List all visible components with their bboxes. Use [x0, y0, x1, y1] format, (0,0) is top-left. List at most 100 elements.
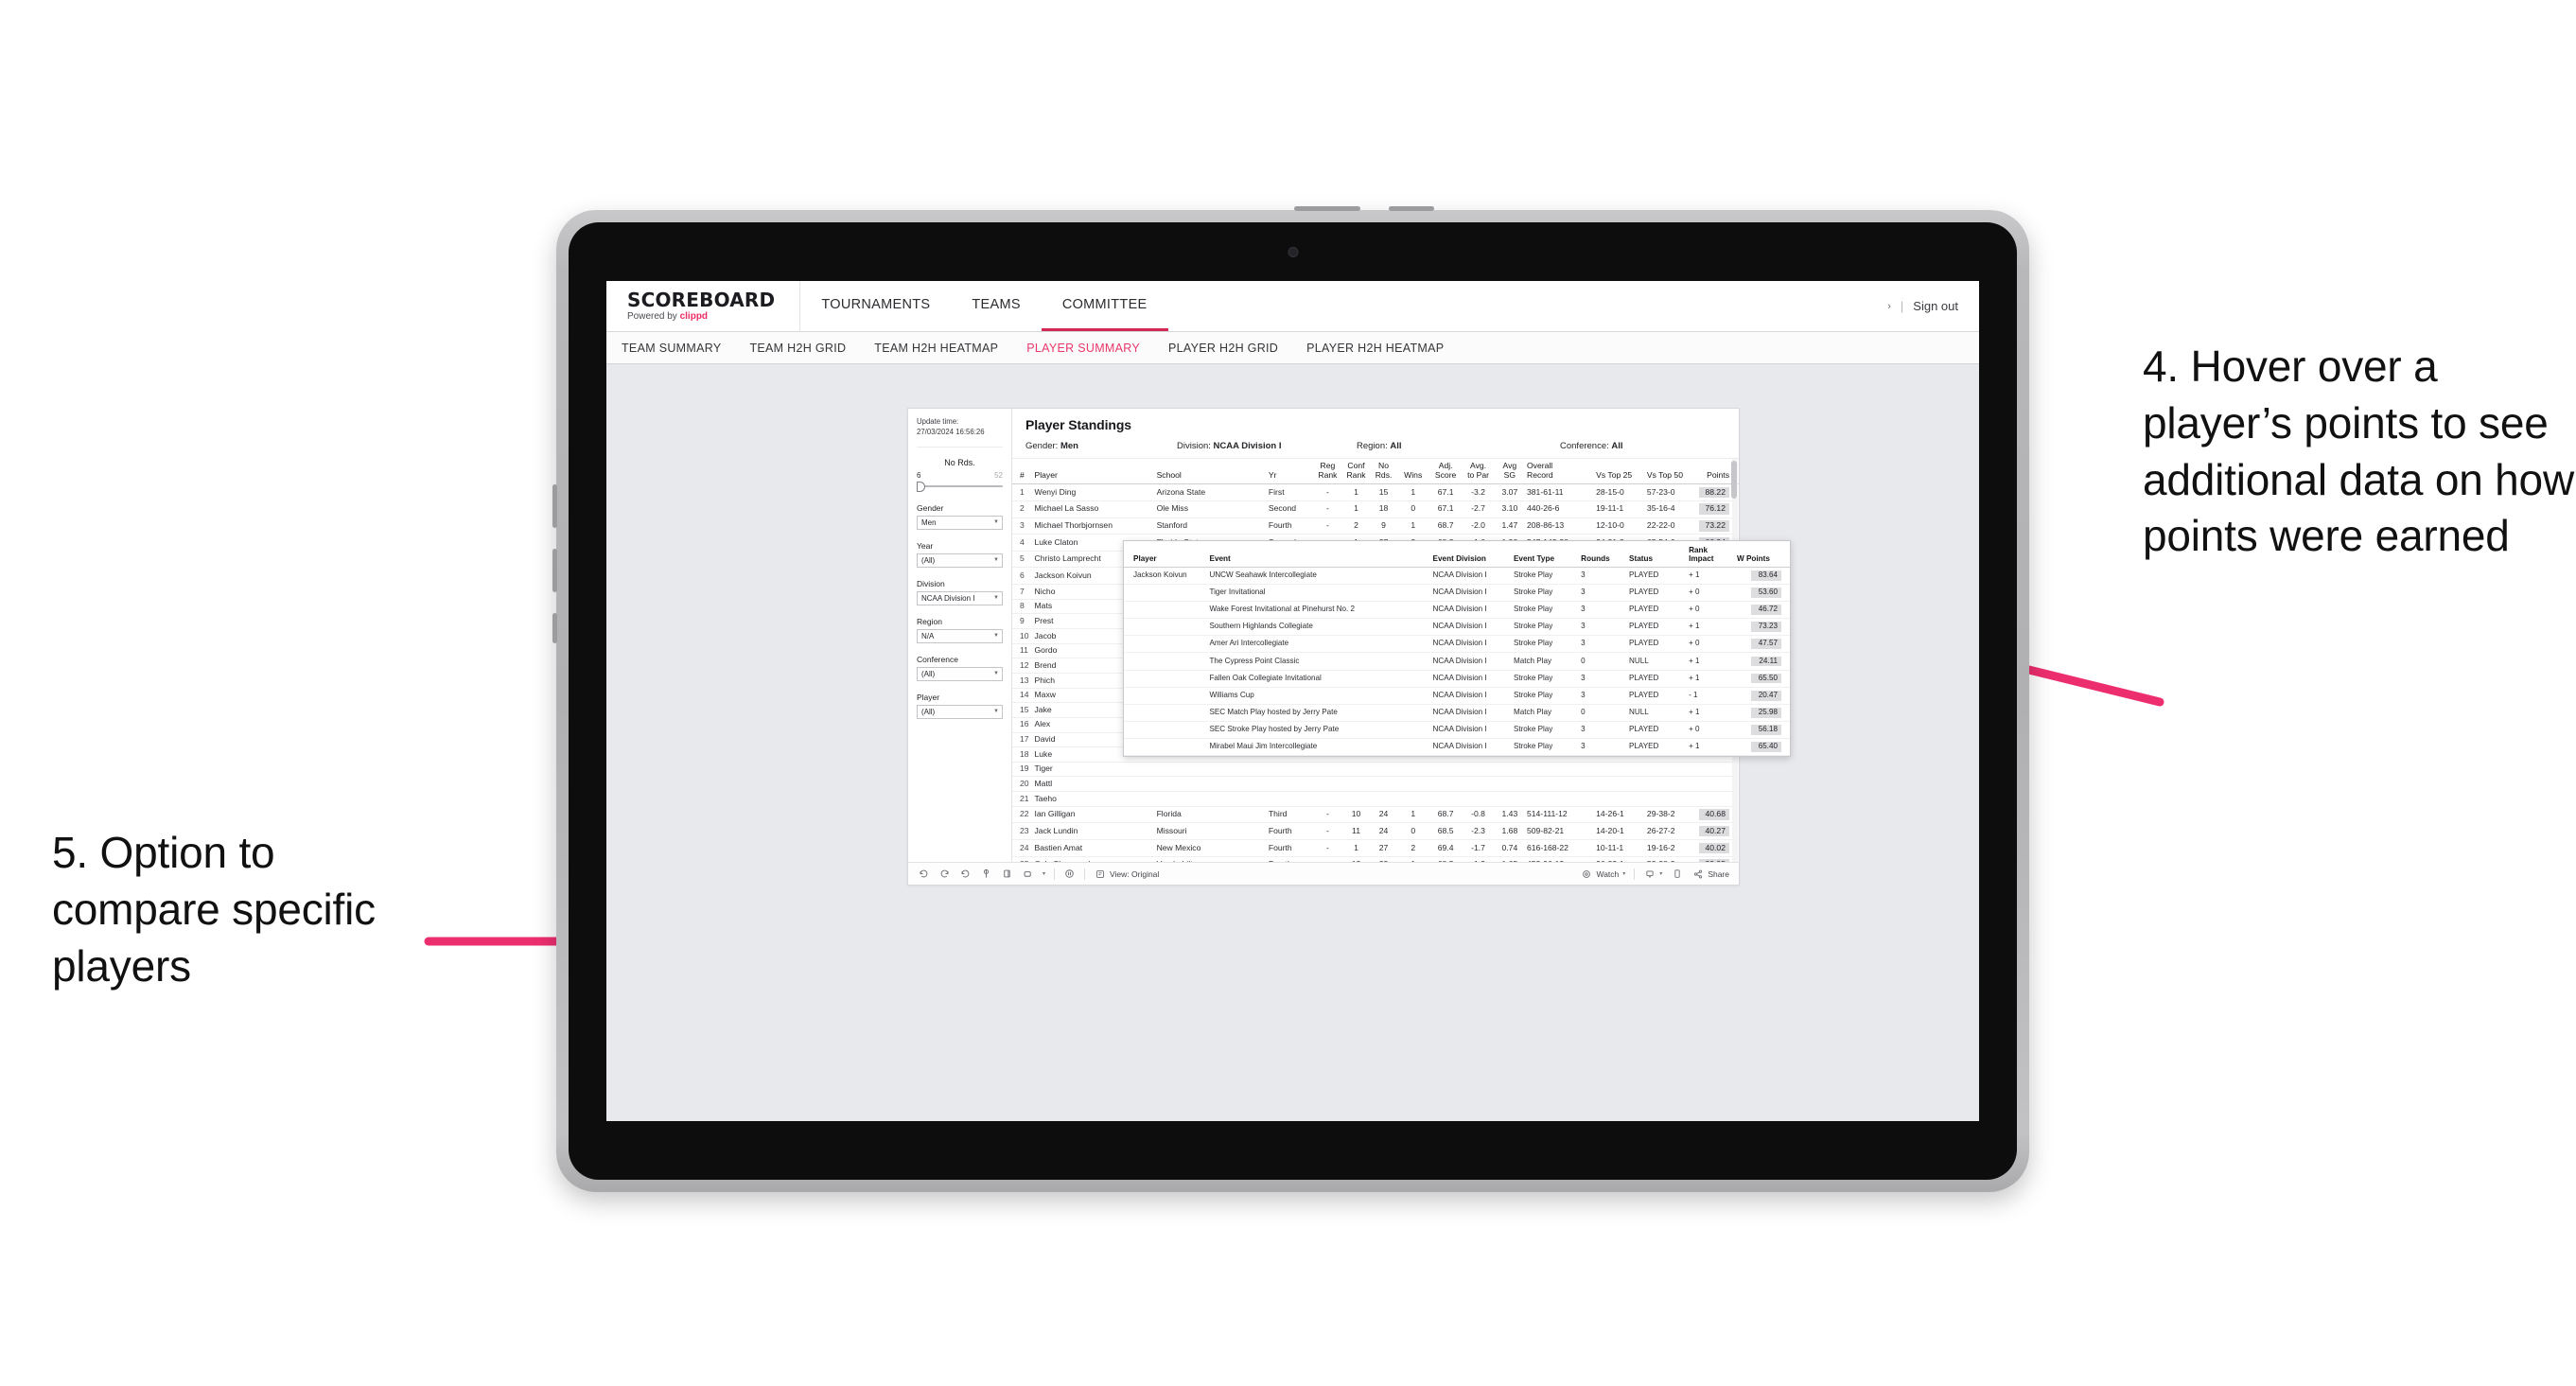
cell-school: Ole Miss — [1154, 500, 1267, 518]
filter-year-select[interactable]: (All) ▼ — [917, 553, 1003, 568]
points-chip[interactable]: 40.02 — [1699, 842, 1729, 854]
table-scrollbar-thumb[interactable] — [1731, 461, 1737, 499]
tooltip-cell-rank-impact: + 1 — [1686, 652, 1734, 671]
chevron-down-icon: ▼ — [993, 671, 999, 677]
filter-player-select[interactable]: (All) ▼ — [917, 704, 1003, 719]
nav-item-tournaments[interactable]: TOURNAMENTS — [800, 281, 951, 331]
cell-vs-top-50: 29-38-2 — [1644, 806, 1696, 824]
col-avg-to-par[interactable]: Avg. to Par — [1462, 459, 1495, 485]
filter-player-label: Player — [917, 692, 940, 702]
col-avg-sg[interactable]: Avg SG — [1494, 459, 1525, 485]
device-button-side — [552, 613, 557, 643]
points-chip[interactable]: 73.22 — [1699, 520, 1729, 532]
app-screen: SCOREBOARD Powered by clippd TOURNAMENTS… — [606, 281, 1979, 1121]
table-row[interactable]: 1 Wenyi Ding Arizona State First -1 15 1 67.1 -3… — [1012, 483, 1739, 501]
tab-player-h2h-grid[interactable]: PLAYER H2H GRID — [1168, 342, 1278, 355]
sign-out-link[interactable]: Sign out — [1913, 299, 1958, 313]
filter-division-value: NCAA Division I — [921, 593, 975, 603]
col-player[interactable]: Player — [1032, 459, 1155, 485]
nav-item-teams[interactable]: TEAMS — [951, 281, 1041, 331]
points-chip[interactable]: 40.27 — [1699, 825, 1729, 837]
subscribe-button[interactable]: ▾ — [1643, 868, 1662, 880]
tab-team-h2h-heatmap[interactable]: TEAM H2H HEATMAP — [874, 342, 998, 355]
col-reg-l1: Reg — [1320, 461, 1336, 470]
brand-logo[interactable]: SCOREBOARD Powered by clippd — [606, 281, 801, 331]
pause-auto-update-icon[interactable] — [1001, 868, 1013, 880]
points-chip[interactable]: 88.22 — [1699, 486, 1729, 499]
col-wins[interactable]: Wins — [1396, 459, 1429, 485]
cell-wins: 1 — [1396, 856, 1429, 862]
no-rds-min: 6 — [917, 470, 921, 480]
tab-player-summary[interactable]: PLAYER SUMMARY — [1026, 342, 1140, 355]
tooltip-cell-status: NULL — [1626, 704, 1687, 722]
undo-all-icon[interactable] — [1022, 868, 1034, 880]
col-vs-top-25[interactable]: Vs Top 25 — [1594, 459, 1645, 485]
chevron-right-icon[interactable]: › — [1887, 301, 1891, 312]
slider-handle[interactable] — [917, 481, 925, 492]
view-original-button[interactable]: View: Original — [1094, 868, 1159, 880]
undo-icon[interactable] — [918, 868, 930, 880]
col-reg-rank[interactable]: Reg Rank — [1313, 459, 1342, 485]
tab-team-h2h-grid[interactable]: TEAM H2H GRID — [749, 342, 846, 355]
col-school[interactable]: School — [1154, 459, 1267, 485]
viz-toolbar: ▾ View: Original Watch ▾ ▾ Share — [908, 862, 1739, 885]
cell-player: Bastien Amat — [1032, 839, 1155, 857]
tooltip-cell-rank-impact: + 1 — [1686, 670, 1734, 688]
table-row[interactable]: 25Cole SherwoodVanderbiltFourth-1223168.… — [1012, 856, 1739, 862]
table-row[interactable]: 23 Jack Lundin Missouri Fourth -11 24 0 68.5 -2.… — [1012, 822, 1739, 840]
pause-icon[interactable] — [1063, 868, 1076, 880]
share-label: Share — [1708, 868, 1729, 879]
refresh-icon[interactable] — [980, 868, 992, 880]
col-overall-record[interactable]: Overall Record — [1525, 459, 1595, 485]
dashboard-workspace: Update time: 27/03/2024 16:56:26 No Rds.… — [606, 364, 1979, 1121]
table-row[interactable]: 24 Bastien Amat New Mexico Fourth -1 27 2 69.4-… — [1012, 839, 1739, 857]
table-row[interactable]: 21 Taeho — [1012, 791, 1739, 807]
tab-team-summary[interactable]: TEAM SUMMARY — [622, 342, 721, 355]
w-points-chip: 53.60 — [1751, 588, 1781, 599]
filter-conference-label: Conference — [917, 654, 958, 664]
col-rank[interactable]: # — [1012, 459, 1033, 485]
dim-region: Region: All — [1357, 441, 1560, 451]
table-row[interactable]: 19 Tiger — [1012, 762, 1739, 778]
tooltip-header-row: Player Event Event Division Event Type R… — [1124, 541, 1790, 569]
filter-conference-select[interactable]: (All) ▼ — [917, 666, 1003, 681]
tooltip-cell-event-type: Stroke Play — [1510, 738, 1579, 756]
dim-region-label: Region: — [1357, 441, 1388, 451]
revert-icon[interactable] — [959, 868, 972, 880]
share-button[interactable]: Share — [1691, 868, 1729, 880]
col-adj-score[interactable]: Adj. Score — [1428, 459, 1463, 485]
tooltip-row: Amer Ari Intercollegiate NCAA Division IS… — [1124, 635, 1790, 654]
cell-overall-record: 616-168-22 — [1525, 839, 1595, 857]
tooltip-cell-w-points: 65.50 — [1733, 670, 1790, 688]
col-no-rds[interactable]: No Rds. — [1370, 459, 1397, 485]
tooltip-cell-event-division: NCAA Division I — [1429, 601, 1511, 620]
toolbar-caret-icon[interactable]: ▾ — [1043, 870, 1045, 877]
table-row[interactable]: 20 Mattl — [1012, 776, 1739, 793]
col-conf-rank[interactable]: Conf Rank — [1341, 459, 1371, 485]
table-row[interactable]: 22 Ian Gilligan Florida Third -10 24 1 68.7 -0.8… — [1012, 806, 1739, 824]
cell-vs-top-50: 26-27-2 — [1644, 822, 1696, 840]
nav-item-committee[interactable]: COMMITTEE — [1041, 281, 1168, 331]
tab-player-h2h-heatmap[interactable]: PLAYER H2H HEATMAP — [1306, 342, 1444, 355]
tt-col-player-l1: Player — [1133, 554, 1157, 564]
filter-division-select[interactable]: NCAA Division I ▼ — [917, 590, 1003, 605]
tooltip-cell-event-division: NCAA Division I — [1429, 652, 1511, 671]
col-adj-l2: Score — [1434, 469, 1457, 480]
table-row[interactable]: 2 Michael La Sasso Ole Miss Second -1 18 0 67.1… — [1012, 500, 1739, 518]
points-chip[interactable]: 40.68 — [1699, 809, 1729, 820]
cell-rank: 17 — [1012, 732, 1033, 748]
filter-region-select[interactable]: N/A ▼ — [917, 628, 1003, 643]
cell-school: Stanford — [1154, 518, 1267, 535]
redo-icon[interactable] — [938, 868, 951, 880]
cell-rank: 9 — [1012, 613, 1033, 630]
filter-gender-select[interactable]: Men ▼ — [917, 515, 1003, 530]
points-chip[interactable]: 76.12 — [1699, 503, 1729, 515]
watch-button[interactable]: Watch ▾ — [1581, 868, 1625, 880]
points-chip[interactable]: 39.95 — [1699, 859, 1729, 862]
cell-no-rds: 9 — [1370, 518, 1397, 535]
no-rds-slider[interactable] — [917, 481, 1003, 492]
col-yr[interactable]: Yr — [1266, 459, 1314, 485]
table-row[interactable]: 3 Michael Thorbjornsen Stanford Fourth -2 9 1 6… — [1012, 518, 1739, 535]
device-preview-icon[interactable] — [1671, 868, 1683, 880]
col-vs-top-50[interactable]: Vs Top 50 — [1644, 459, 1696, 485]
